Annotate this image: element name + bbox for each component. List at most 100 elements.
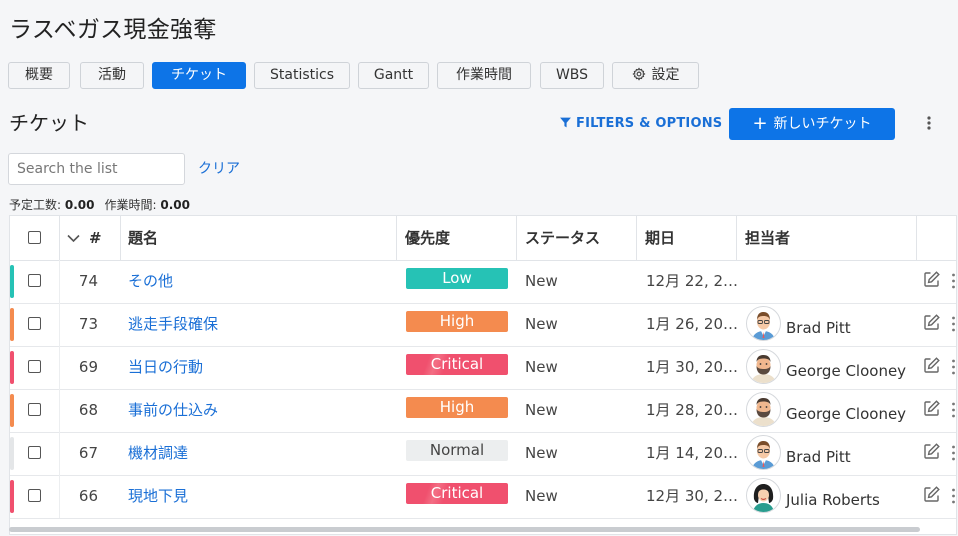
table-row[interactable]: 74 その他 Low New 12月 22, 2… <box>10 260 956 304</box>
ticket-subject-link[interactable]: 機材調達 <box>128 432 188 475</box>
ticket-id: 73 <box>78 315 98 333</box>
tab-activity[interactable]: 活動 <box>80 62 144 89</box>
tab-wbs[interactable]: WBS <box>540 62 604 89</box>
priority-badge: Critical <box>406 354 508 375</box>
page-title: ラスベガス現金強奪 <box>9 17 217 43</box>
row-menu-icon[interactable] <box>951 272 956 290</box>
table-row[interactable]: 66 現地下見 Critical New 12月 30, 2… Julia Roberts <box>10 475 956 519</box>
estimated-hours-value: 0.00 <box>64 198 95 212</box>
avatar <box>746 349 781 384</box>
row-checkbox[interactable] <box>28 489 41 502</box>
row-checkbox[interactable] <box>28 317 41 330</box>
row-checkbox[interactable] <box>28 403 41 416</box>
edit-icon[interactable] <box>923 356 941 374</box>
table-header: # 題名 優先度 ステータス 期日 担当者 <box>10 216 956 261</box>
row-priority-bar <box>10 480 14 513</box>
priority-badge: High <box>406 311 508 332</box>
avatar <box>746 435 781 470</box>
assignee-name[interactable]: Brad Pitt <box>786 317 851 339</box>
ticket-subject-link[interactable]: 逃走手段確保 <box>128 303 218 346</box>
column-header-id[interactable]: # <box>89 216 102 260</box>
row-menu-icon[interactable] <box>951 315 956 333</box>
edit-icon[interactable] <box>923 399 941 417</box>
due-date: 1月 28, 20… <box>646 401 739 419</box>
priority-badge: Normal <box>406 440 508 461</box>
ticket-subject-link[interactable]: 現地下見 <box>128 475 188 518</box>
priority-badge: Critical <box>406 483 508 504</box>
filter-icon <box>560 117 571 128</box>
row-priority-bar <box>10 394 14 427</box>
table-row[interactable]: 69 当日の行動 Critical New 1月 30, 20… George Cloon… <box>10 346 956 390</box>
ticket-id: 68 <box>78 401 98 419</box>
tab-overview[interactable]: 概要 <box>8 62 70 89</box>
column-header-priority[interactable]: 優先度 <box>405 216 450 260</box>
priority-badge: Low <box>406 268 508 289</box>
avatar <box>746 306 781 341</box>
tickets-table: # 題名 優先度 ステータス 期日 担当者 74 その他 Low New 12月 22,… <box>9 215 957 535</box>
tab-time-entries[interactable]: 作業時間 <box>437 62 531 89</box>
time-summary: 予定工数: 0.00 作業時間: 0.00 <box>9 196 190 213</box>
ticket-id: 74 <box>78 272 98 290</box>
row-checkbox[interactable] <box>28 446 41 459</box>
table-row[interactable]: 73 逃走手段確保 High New 1月 26, 20… Brad Pitt <box>10 303 956 347</box>
edit-icon[interactable] <box>923 442 941 460</box>
table-row[interactable]: 67 機材調達 Normal New 1月 14, 20… Brad Pitt <box>10 432 956 476</box>
estimated-hours-label: 予定工数: <box>9 198 62 212</box>
horizontal-scrollbar[interactable] <box>9 527 920 532</box>
ticket-status: New <box>525 358 558 376</box>
edit-icon[interactable] <box>923 270 941 288</box>
new-ticket-label: 新しいチケット <box>773 116 872 132</box>
spent-hours-label: 作業時間: <box>104 198 157 212</box>
row-checkbox[interactable] <box>28 274 41 287</box>
ticket-subject-link[interactable]: 事前の仕込み <box>128 389 218 432</box>
row-checkbox[interactable] <box>28 360 41 373</box>
ticket-id: 66 <box>78 487 98 505</box>
select-all-checkbox[interactable] <box>28 231 41 244</box>
ticket-subject-link[interactable]: 当日の行動 <box>128 346 203 389</box>
ticket-status: New <box>525 272 558 290</box>
column-header-due-date[interactable]: 期日 <box>645 216 675 260</box>
gear-icon <box>631 65 646 90</box>
ticket-subject-link[interactable]: その他 <box>128 260 173 303</box>
row-menu-icon[interactable] <box>951 401 956 419</box>
edit-icon[interactable] <box>923 485 941 503</box>
section-title: チケット <box>9 111 89 135</box>
tab-settings[interactable]: 設定 <box>612 62 699 89</box>
assignee-name[interactable]: Brad Pitt <box>786 446 851 468</box>
more-vertical-icon[interactable] <box>922 114 936 132</box>
new-ticket-button[interactable]: + 新しいチケット <box>729 108 895 140</box>
tab-tickets[interactable]: チケット <box>152 62 246 89</box>
row-menu-icon[interactable] <box>951 444 956 462</box>
clear-link[interactable]: クリア <box>198 158 240 178</box>
chevron-down-icon[interactable] <box>67 234 80 243</box>
filters-options-label: FILTERS & OPTIONS <box>576 116 723 131</box>
row-priority-bar <box>10 437 14 470</box>
assignee-name[interactable]: George Clooney <box>786 360 906 382</box>
ticket-id: 69 <box>78 358 98 376</box>
ticket-status: New <box>525 315 558 333</box>
ticket-status: New <box>525 487 558 505</box>
search-input[interactable] <box>8 153 185 185</box>
due-date: 1月 26, 20… <box>646 315 739 333</box>
due-date: 1月 30, 20… <box>646 358 739 376</box>
tab-gantt[interactable]: Gantt <box>358 62 429 89</box>
table-row[interactable]: 68 事前の仕込み High New 1月 28, 20… George Clooney <box>10 389 956 433</box>
row-priority-bar <box>10 351 14 384</box>
tab-statistics[interactable]: Statistics <box>254 62 350 89</box>
column-header-subject[interactable]: 題名 <box>128 216 158 260</box>
assignee-name[interactable]: Julia Roberts <box>786 489 880 511</box>
spent-hours-value: 0.00 <box>160 198 190 212</box>
assignee-name[interactable]: George Clooney <box>786 403 906 425</box>
column-header-assignee[interactable]: 担当者 <box>745 216 790 260</box>
row-priority-bar <box>10 308 14 341</box>
avatar <box>746 478 781 513</box>
edit-icon[interactable] <box>923 313 941 331</box>
due-date: 12月 22, 2… <box>646 272 739 290</box>
ticket-id: 67 <box>78 444 98 462</box>
plus-icon: + <box>752 113 768 134</box>
column-header-status[interactable]: ステータス <box>525 216 600 260</box>
filters-options-button[interactable]: FILTERS & OPTIONS <box>559 116 722 131</box>
row-priority-bar <box>10 265 14 298</box>
row-menu-icon[interactable] <box>951 487 956 505</box>
row-menu-icon[interactable] <box>951 358 956 376</box>
